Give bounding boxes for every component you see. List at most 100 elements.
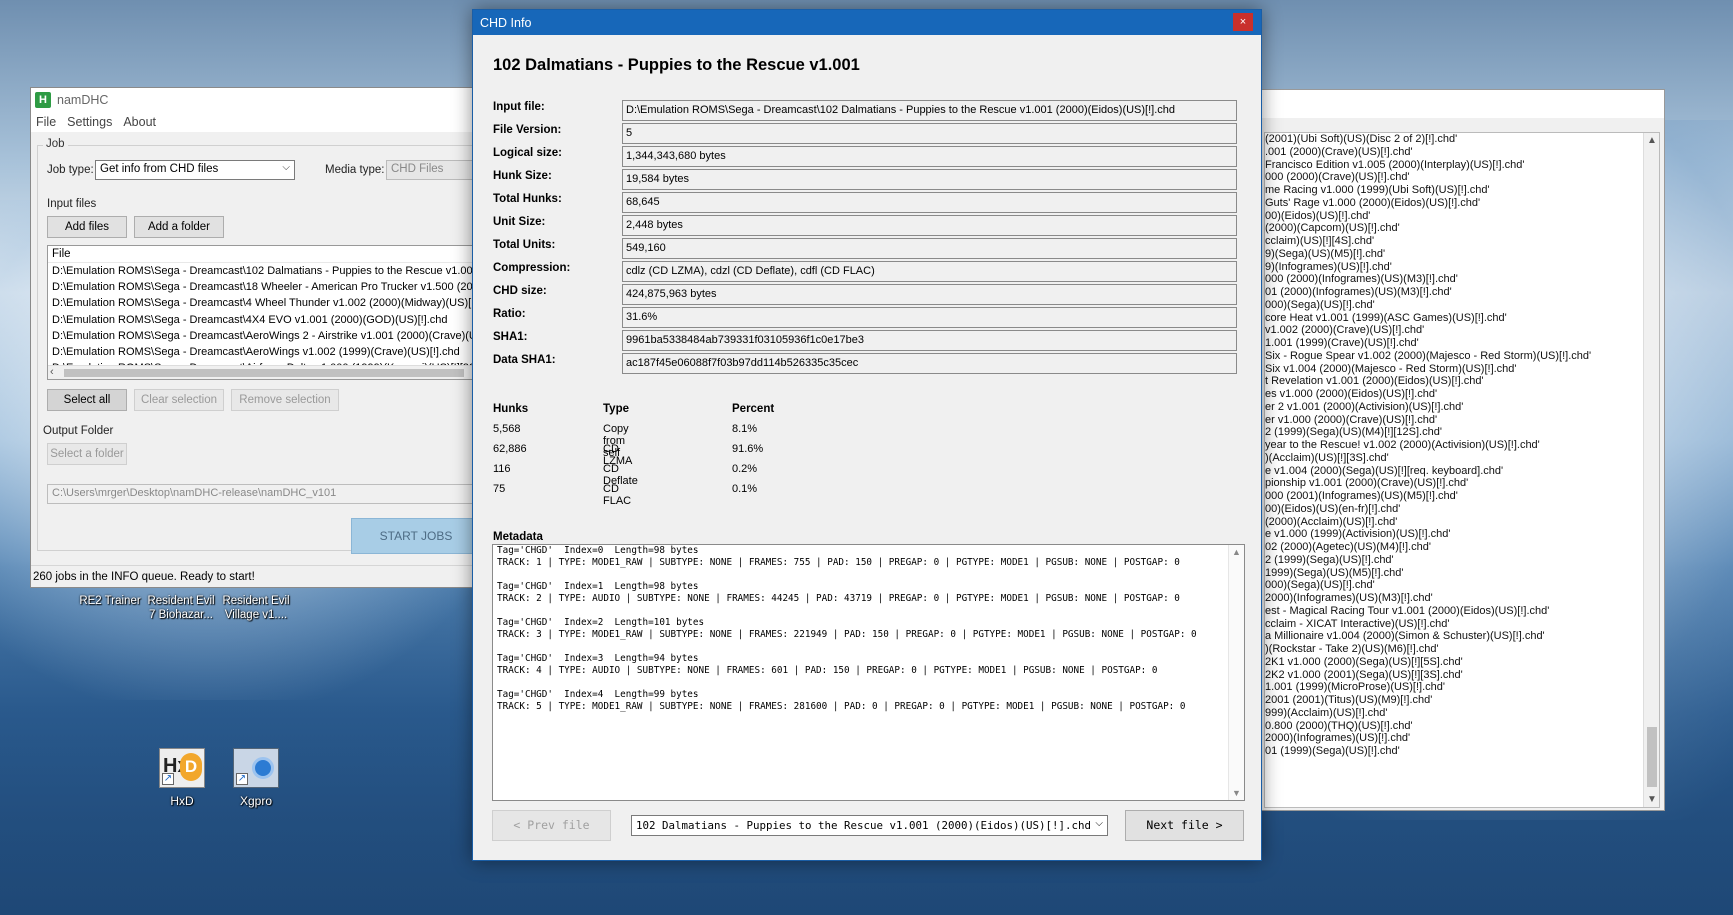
metadata-scrollbar[interactable]: ▲ ▼ (1228, 545, 1244, 800)
list-item[interactable]: D:\Emulation ROMS\Sega - Dreamcast\4 Whe… (48, 295, 480, 311)
menu-file[interactable]: File (31, 115, 62, 129)
list-item[interactable]: (2000)(Acclaim)(US)[!].chd' (1265, 516, 1659, 529)
list-item[interactable]: e v1.004 (2000)(Sega)(US)[!][req. keyboa… (1265, 465, 1659, 478)
scroll-up-icon[interactable]: ▲ (1647, 135, 1657, 146)
list-item[interactable]: 2000)(Infogrames)(US)(M3)[!].chd' (1265, 592, 1659, 605)
list-item[interactable]: Six v1.004 (2000)(Majesco - Red Storm)(U… (1265, 363, 1659, 376)
list-item[interactable]: .001 (2000)(Crave)(US)[!].chd' (1265, 146, 1659, 159)
desktop-icon-re2-trainer[interactable]: RE2 Trainer (75, 594, 145, 608)
close-button[interactable]: × (1233, 13, 1253, 31)
list-item[interactable]: Francisco Edition v1.005 (2000)(Interpla… (1265, 159, 1659, 172)
add-folder-button[interactable]: Add a folder (134, 216, 224, 238)
scrollbar-thumb[interactable] (64, 369, 464, 377)
chd-info-titlebar[interactable]: CHD Info (473, 10, 1261, 35)
list-item[interactable]: (2001)(Ubi Soft)(US)(Disc 2 of 2)[!].chd… (1265, 133, 1659, 146)
list-item[interactable]: 1.001 (1999)(MicroProse)(US)[!].chd' (1265, 681, 1659, 694)
background-file-window[interactable]: (2001)(Ubi Soft)(US)(Disc 2 of 2)[!].chd… (1255, 89, 1665, 811)
desktop-icon-resident-evil-7[interactable]: Resident Evil 7 Biohazar... (145, 594, 217, 622)
output-path-field[interactable]: C:\Users\mrger\Desktop\namDHC-release\na… (47, 484, 481, 504)
chd-field-value[interactable]: 9961ba5338484ab739331f03105936f1c0e17be3 (622, 330, 1237, 351)
scroll-up-icon[interactable]: ▲ (1232, 547, 1241, 557)
list-item[interactable]: 01 (2000)(Infogrames)(US)(M3)[!].chd' (1265, 286, 1659, 299)
list-item[interactable]: me Racing v1.000 (1999)(Ubi Soft)(US)[!]… (1265, 184, 1659, 197)
horizontal-scrollbar[interactable]: ‹ (48, 365, 480, 379)
list-item[interactable]: est - Magical Racing Tour v1.001 (2000)(… (1265, 605, 1659, 618)
scroll-down-icon[interactable]: ▼ (1647, 794, 1657, 805)
list-item[interactable]: e v1.000 (1999)(Activision)(US)[!].chd' (1265, 528, 1659, 541)
list-item[interactable]: 2000)(Infogrames)(US)[!].chd' (1265, 732, 1659, 745)
desktop-icon-xgpro[interactable]: ↗ Xgpro (224, 748, 288, 808)
scroll-left-icon[interactable]: ‹ (50, 366, 54, 378)
current-file-select[interactable]: 102 Dalmatians - Puppies to the Rescue v… (631, 815, 1108, 836)
list-item[interactable]: t Revelation v1.001 (2000)(Eidos)(US)[!]… (1265, 375, 1659, 388)
list-item[interactable]: 2K1 v1.000 (2000)(Sega)(US)[!][5S].chd' (1265, 656, 1659, 669)
list-item[interactable]: 000 (2000)(Crave)(US)[!].chd' (1265, 171, 1659, 184)
remove-selection-button[interactable]: Remove selection (231, 389, 339, 411)
chd-field-value[interactable]: 2,448 bytes (622, 215, 1237, 236)
background-window-titlebar[interactable] (1256, 90, 1664, 118)
list-item[interactable]: 2 (1999)(Sega)(US)(M4)[!][12S].chd' (1265, 426, 1659, 439)
vertical-scrollbar[interactable]: ▲ ▼ (1643, 133, 1659, 807)
scroll-down-icon[interactable]: ▼ (1232, 788, 1241, 798)
list-item[interactable]: es v1.000 (2000)(Eidos)(US)[!].chd' (1265, 388, 1659, 401)
list-item[interactable]: )(Rockstar - Take 2)(US)(M6)[!].chd' (1265, 643, 1659, 656)
chd-field-value[interactable]: D:\Emulation ROMS\Sega - Dreamcast\102 D… (622, 100, 1237, 121)
list-item[interactable]: 1.001 (1999)(Crave)(US)[!].chd' (1265, 337, 1659, 350)
list-item[interactable]: 000)(Sega)(US)[!].chd' (1265, 579, 1659, 592)
list-item[interactable]: 1999)(Sega)(US)(M5)[!].chd' (1265, 567, 1659, 580)
chd-field-value[interactable]: 19,584 bytes (622, 169, 1237, 190)
desktop-icon-resident-evil-village[interactable]: Resident Evil Village v1.... (218, 594, 294, 622)
list-item[interactable]: v1.002 (2000)(Crave)(US)[!].chd' (1265, 324, 1659, 337)
list-item[interactable]: Guts' Rage v1.000 (2000)(Eidos)(US)[!].c… (1265, 197, 1659, 210)
list-item[interactable]: 0.800 (2000)(THQ)(US)[!].chd' (1265, 720, 1659, 733)
list-item[interactable]: 000)(Sega)(US)[!].chd' (1265, 299, 1659, 312)
list-item[interactable]: 01 (1999)(Sega)(US)[!].chd' (1265, 745, 1659, 758)
list-item[interactable]: year to the Rescue! v1.002 (2000)(Activi… (1265, 439, 1659, 452)
list-item[interactable]: D:\Emulation ROMS\Sega - Dreamcast\AeroW… (48, 344, 480, 360)
media-type-select[interactable]: CHD Files (386, 160, 481, 180)
list-item[interactable]: er v1.000 (2000)(Crave)(US)[!].chd' (1265, 414, 1659, 427)
menu-about[interactable]: About (118, 115, 162, 129)
list-item[interactable]: pionship v1.001 (2000)(Crave)(US)[!].chd… (1265, 477, 1659, 490)
file-column-header[interactable]: File (48, 246, 480, 263)
job-type-select[interactable]: Get info from CHD files ⌵ (95, 160, 295, 180)
list-item[interactable]: 000 (2001)(Infogrames)(US)(M5)[!].chd' (1265, 490, 1659, 503)
metadata-textarea[interactable]: Tag='CHGD' Index=0 Length=98 bytes TRACK:… (492, 544, 1245, 801)
prev-file-button[interactable]: < Prev file (492, 810, 611, 841)
list-item[interactable]: 999)(Acclaim)(US)[!].chd' (1265, 707, 1659, 720)
list-item[interactable]: 2001 (2001)(Titus)(US)(M9)[!].chd' (1265, 694, 1659, 707)
chd-info-dialog[interactable]: CHD Info × 102 Dalmatians - Puppies to t… (472, 9, 1262, 861)
list-item[interactable]: 00)(Eidos)(US)(en-fr)[!].chd' (1265, 503, 1659, 516)
list-item[interactable]: D:\Emulation ROMS\Sega - Dreamcast\102 D… (48, 263, 480, 279)
list-item[interactable]: )(Acclaim)(US)[!][3S].chd' (1265, 452, 1659, 465)
chd-field-value[interactable]: cdlz (CD LZMA), cdzl (CD Deflate), cdfl … (622, 261, 1237, 282)
list-item[interactable]: Six - Rogue Spear v1.002 (2000)(Majesco … (1265, 350, 1659, 363)
list-item[interactable]: er 2 v1.001 (2000)(Activision)(US)[!].ch… (1265, 401, 1659, 414)
list-item[interactable]: a Millionaire v1.004 (2000)(Simon & Schu… (1265, 630, 1659, 643)
list-item[interactable]: cclaim)(US)[!][4S].chd' (1265, 235, 1659, 248)
chd-field-value[interactable]: 424,875,963 bytes (622, 284, 1237, 305)
chd-field-value[interactable]: 31.6% (622, 307, 1237, 328)
list-item[interactable]: 2K2 v1.000 (2001)(Sega)(US)[!][3S].chd' (1265, 669, 1659, 682)
chd-field-value[interactable]: 1,344,343,680 bytes (622, 146, 1237, 167)
start-jobs-button[interactable]: START JOBS (351, 518, 481, 554)
chd-field-value[interactable]: 68,645 (622, 192, 1237, 213)
list-item[interactable]: (2000)(Capcom)(US)[!].chd' (1265, 222, 1659, 235)
list-item[interactable]: 9)(Infogrames)(US)[!].chd' (1265, 261, 1659, 274)
list-item[interactable]: 02 (2000)(Agetec)(US)(M4)[!].chd' (1265, 541, 1659, 554)
list-item[interactable]: D:\Emulation ROMS\Sega - Dreamcast\18 Wh… (48, 279, 480, 295)
select-all-button[interactable]: Select all (47, 389, 127, 411)
add-files-button[interactable]: Add files (47, 216, 127, 238)
list-item[interactable]: cclaim - XICAT Interactive)(US)[!].chd' (1265, 618, 1659, 631)
list-item[interactable]: D:\Emulation ROMS\Sega - Dreamcast\4X4 E… (48, 312, 480, 328)
chd-field-value[interactable]: 549,160 (622, 238, 1237, 259)
namdhc-window[interactable]: H namDHC File Settings About Job Job typ… (30, 87, 481, 588)
list-item[interactable]: D:\Emulation ROMS\Sega - Dreamcast\AeroW… (48, 328, 480, 344)
background-file-list[interactable]: (2001)(Ubi Soft)(US)(Disc 2 of 2)[!].chd… (1264, 132, 1660, 808)
list-item[interactable]: 00)(Eidos)(US)[!].chd' (1265, 210, 1659, 223)
desktop-icon-hxd[interactable]: Hx D ↗ HxD (150, 748, 214, 808)
next-file-button[interactable]: Next file > (1125, 810, 1244, 841)
namdhc-titlebar[interactable]: H namDHC (31, 88, 479, 112)
scrollbar-thumb[interactable] (1647, 727, 1657, 787)
list-item[interactable]: 9)(Sega)(US)(M5)[!].chd' (1265, 248, 1659, 261)
